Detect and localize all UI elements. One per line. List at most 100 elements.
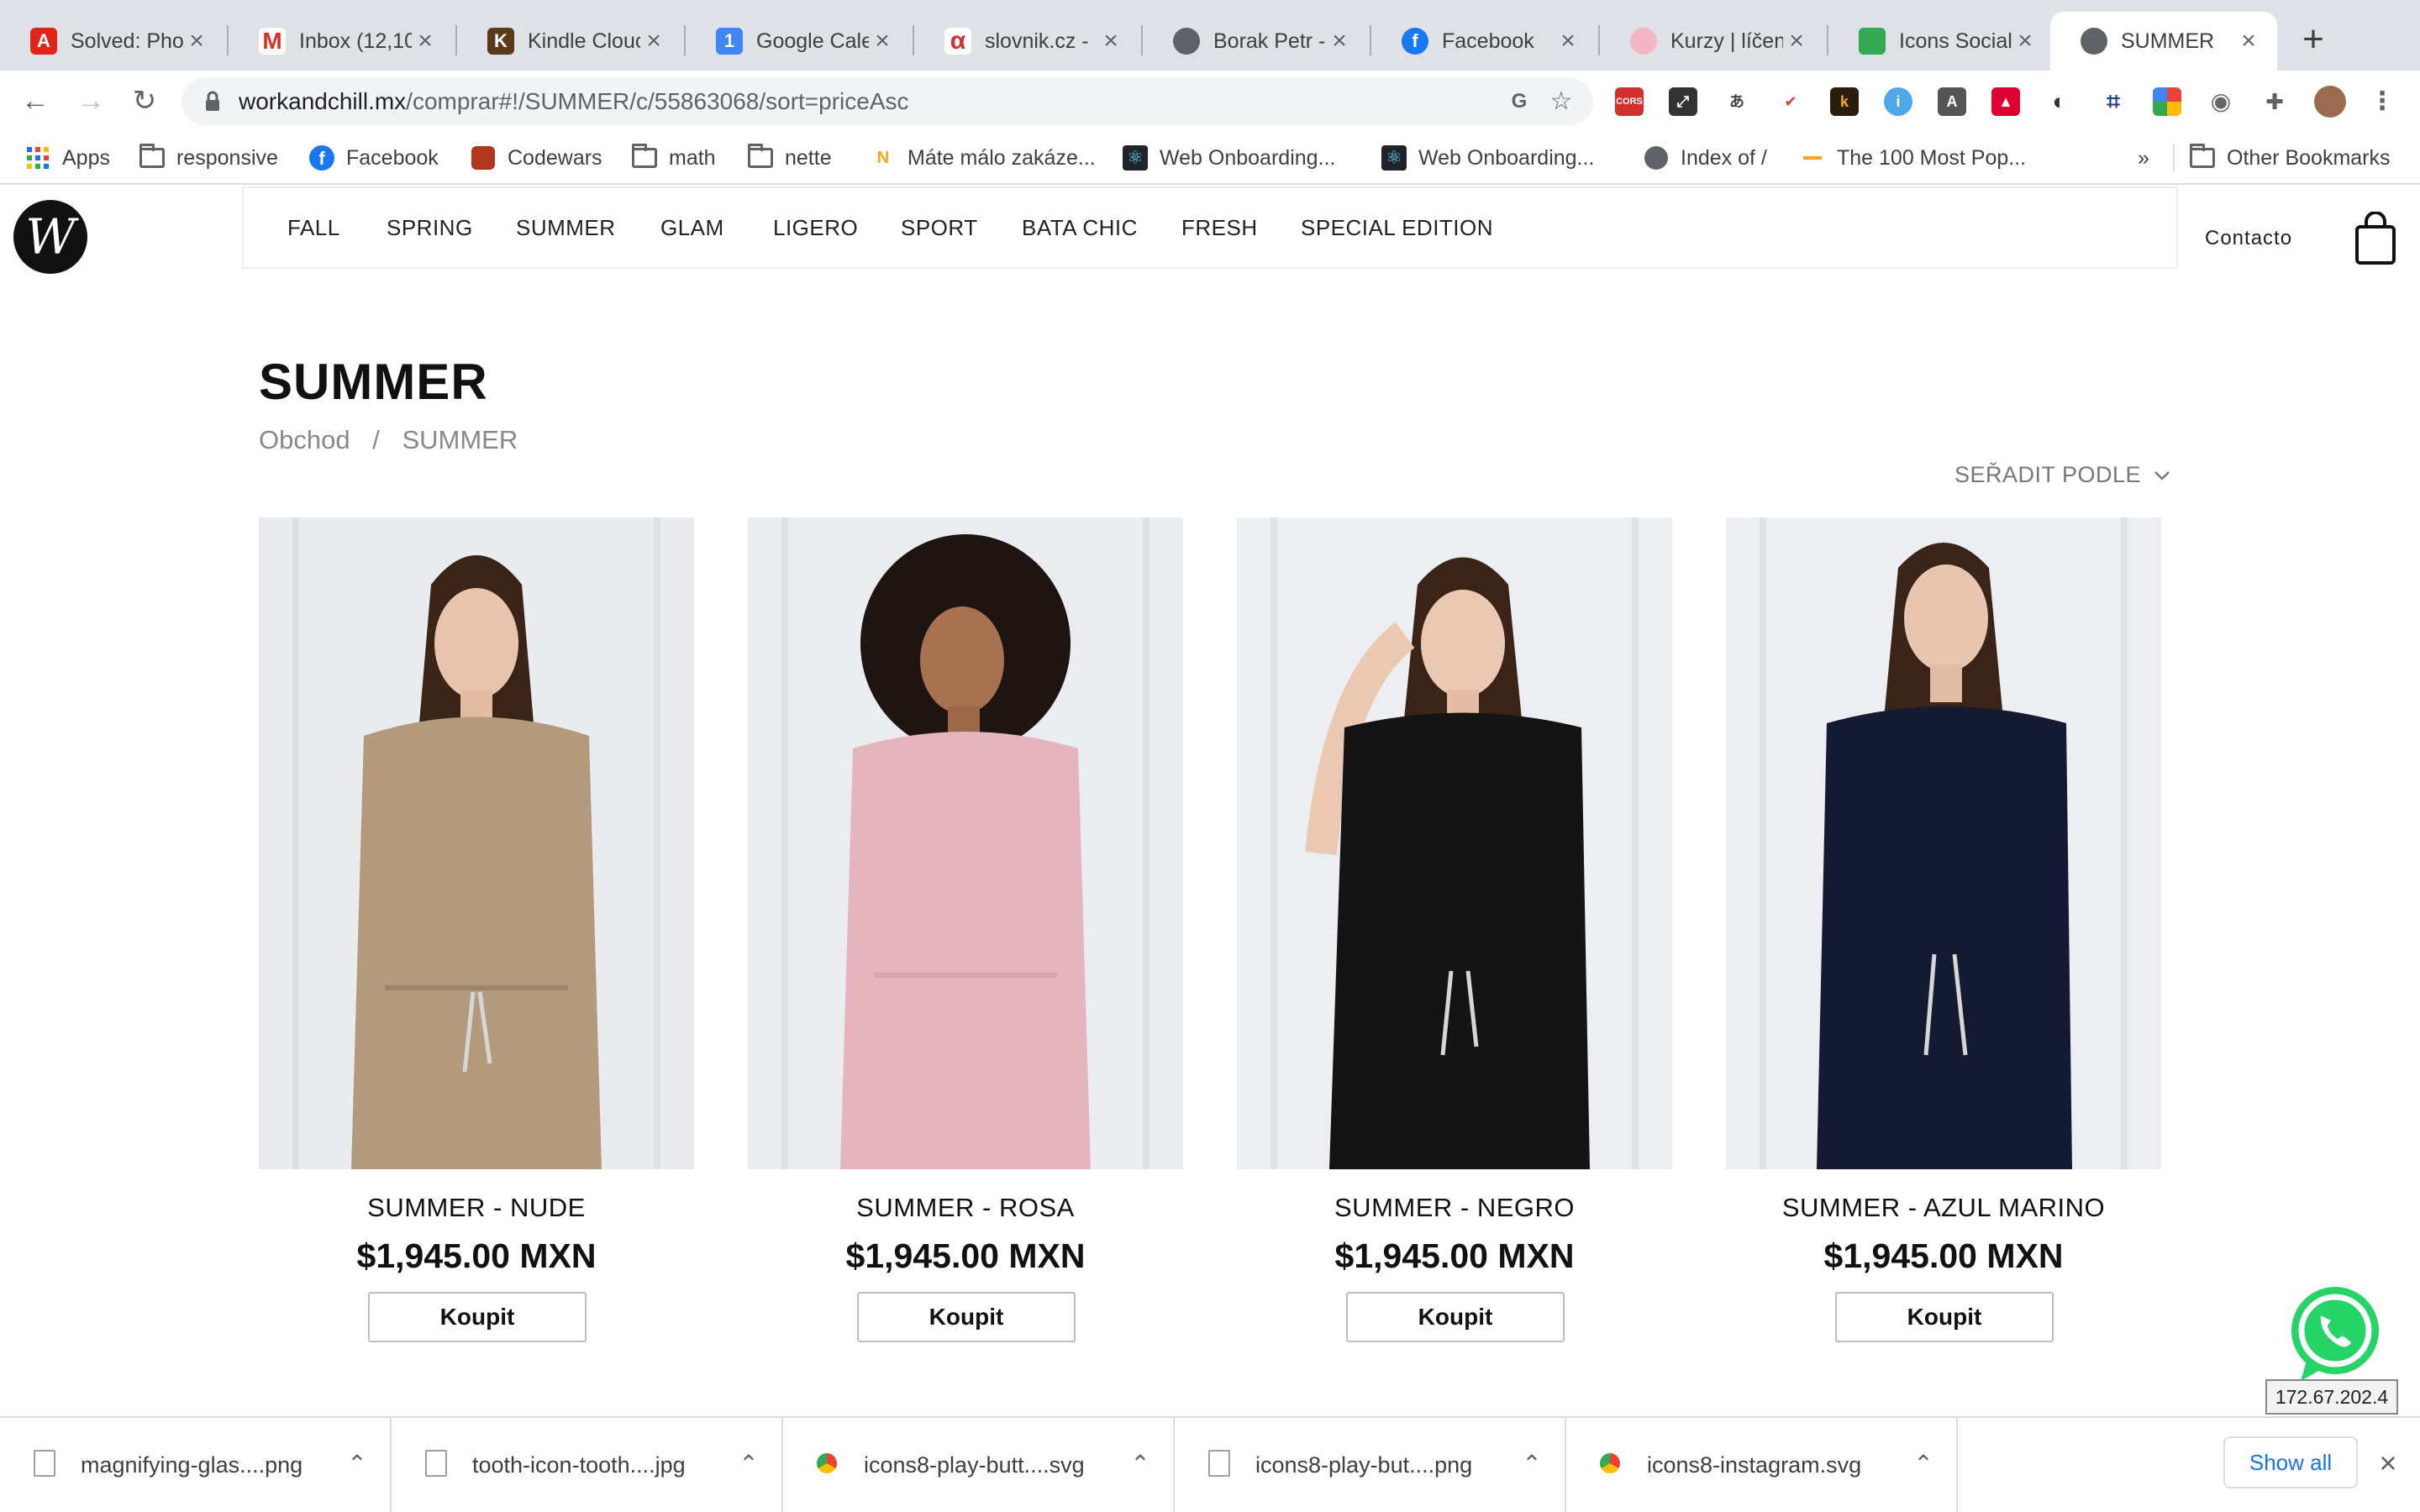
tab-icons-social[interactable]: Icons Social × xyxy=(1828,12,2054,71)
a-icon[interactable]: A xyxy=(1938,87,1966,116)
whatsapp-icon[interactable] xyxy=(2284,1282,2386,1384)
tab-kurzy[interactable]: Kurzy | líčen × xyxy=(1600,12,1825,71)
tab-google-calendar[interactable]: 1 Google Cale × xyxy=(686,12,911,71)
product-image-negro[interactable] xyxy=(1237,517,1672,1169)
bookmark-nette[interactable]: nette xyxy=(748,143,832,173)
codewars-icon xyxy=(471,145,496,171)
chevron-up-icon[interactable]: ⌃ xyxy=(736,1452,761,1477)
chevron-up-icon[interactable]: ⌃ xyxy=(1911,1452,1936,1477)
nav-special-edition[interactable]: SPECIAL EDITION xyxy=(1301,188,1493,267)
nav-sport[interactable]: SPORT xyxy=(901,188,978,267)
breadcrumb-shop[interactable]: Obchod xyxy=(259,425,350,454)
google-icon[interactable] xyxy=(2153,87,2181,116)
bookmark-label: Máte málo zakáze... xyxy=(908,145,1096,170)
slovnik-icon: α xyxy=(944,27,971,55)
cors-icon[interactable]: CORS xyxy=(1615,87,1644,116)
circle-icon[interactable]: ◉ xyxy=(2207,87,2235,116)
bookmark-100-most-popular[interactable]: The 100 Most Pop... xyxy=(1800,143,2026,173)
forward-button[interactable]: → xyxy=(72,82,109,119)
product-name[interactable]: SUMMER - ROSA xyxy=(748,1193,1183,1223)
close-icon[interactable]: × xyxy=(1097,27,1124,55)
reload-button[interactable]: ↻ xyxy=(126,82,163,119)
bookmark-web-onboarding-2[interactable]: ⚛ Web Onboarding... xyxy=(1381,143,1594,173)
tab-summer-active[interactable]: SUMMER × xyxy=(2050,12,2277,71)
show-all-downloads-button[interactable]: Show all xyxy=(2223,1436,2358,1488)
product-image-nude[interactable] xyxy=(259,517,694,1169)
translate-icon[interactable]: あ xyxy=(1723,87,1751,116)
nav-fresh[interactable]: FRESH xyxy=(1181,188,1258,267)
page-title: SUMMER xyxy=(259,354,488,410)
sort-dropdown[interactable]: SEŘADIT PODLE xyxy=(1954,462,2171,488)
tab-borak[interactable]: Borak Petr - × xyxy=(1143,12,1368,71)
k-icon[interactable]: k xyxy=(1830,87,1859,116)
download-item[interactable]: tooth-icon-tooth....jpg ⌃ xyxy=(392,1418,783,1512)
product-image-azul-marino[interactable] xyxy=(1726,517,2161,1169)
close-icon[interactable]: × xyxy=(1783,27,1810,55)
bookmark-mate-malo[interactable]: N Máte málo zakáze... xyxy=(871,143,1096,173)
chevron-up-icon[interactable]: ⌃ xyxy=(1519,1452,1544,1477)
close-icon[interactable]: × xyxy=(1326,27,1353,55)
menu-kebab-icon[interactable]: ⋮ xyxy=(2368,87,2396,116)
tab-facebook[interactable]: f Facebook × xyxy=(1371,12,1597,71)
bookmark-star-icon[interactable]: ☆ xyxy=(1548,88,1575,115)
chevron-up-icon[interactable]: ⌃ xyxy=(345,1452,370,1477)
bookmark-other[interactable]: Other Bookmarks xyxy=(2190,143,2391,173)
close-icon[interactable]: × xyxy=(869,27,896,55)
close-icon[interactable]: × xyxy=(640,27,667,55)
close-icon[interactable]: × xyxy=(2235,27,2262,55)
puzzle-icon[interactable]: ✚ xyxy=(2260,87,2289,116)
bookmark-responsive[interactable]: responsive xyxy=(139,143,278,173)
nav-ligero[interactable]: LIGERO xyxy=(773,188,858,267)
bookmarks-overflow-button[interactable]: » xyxy=(2138,143,2149,173)
breadcrumb: Obchod / SUMMER xyxy=(259,425,533,455)
nav-summer[interactable]: SUMMER xyxy=(516,188,616,267)
translate-page-icon[interactable]: G xyxy=(1506,88,1533,115)
chevron-up-icon[interactable]: ⌃ xyxy=(1128,1452,1153,1477)
bookmark-facebook[interactable]: f Facebook xyxy=(309,143,439,173)
tab-kindle[interactable]: K Kindle Clouc × xyxy=(457,12,682,71)
angular-icon[interactable]: ▲ xyxy=(1991,87,2020,116)
bookmark-web-onboarding-1[interactable]: ⚛ Web Onboarding... xyxy=(1123,143,1335,173)
tab-gmail[interactable]: M Inbox (12,10 × xyxy=(229,12,454,71)
nav-spring[interactable]: SPRING xyxy=(387,188,473,267)
address-bar[interactable]: workandchill.mx/comprar#!/SUMMER/c/55863… xyxy=(182,77,1593,126)
nav-bata-chic[interactable]: BATA CHIC xyxy=(1022,188,1138,267)
close-icon[interactable]: × xyxy=(1555,27,1581,55)
fullscreen-icon[interactable]: ⤢ xyxy=(1669,87,1697,116)
product-image-rosa[interactable] xyxy=(748,517,1183,1169)
download-item[interactable]: magnifying-glas....png ⌃ xyxy=(0,1418,392,1512)
dark-mode-icon[interactable]: ◐ xyxy=(2045,87,2074,116)
profile-avatar[interactable] xyxy=(2314,86,2346,118)
nav-glam[interactable]: GLAM xyxy=(660,188,724,267)
close-icon[interactable]: × xyxy=(183,27,210,55)
buy-button[interactable]: Koupit xyxy=(368,1292,587,1342)
contact-link[interactable]: Contacto xyxy=(2205,227,2292,250)
shopping-bag-icon[interactable] xyxy=(2354,212,2396,265)
product-name[interactable]: SUMMER - NEGRO xyxy=(1237,1193,1672,1223)
tab-slovnik[interactable]: α slovnik.cz - × xyxy=(914,12,1139,71)
product-name[interactable]: SUMMER - NUDE xyxy=(259,1193,694,1223)
close-icon[interactable]: × xyxy=(2370,1445,2407,1482)
download-item[interactable]: icons8-play-butt....svg ⌃ xyxy=(783,1418,1175,1512)
back-button[interactable]: ← xyxy=(17,82,54,119)
buy-button[interactable]: Koupit xyxy=(1835,1292,2054,1342)
buy-button[interactable]: Koupit xyxy=(1346,1292,1565,1342)
buy-button[interactable]: Koupit xyxy=(857,1292,1076,1342)
nav-fall[interactable]: FALL xyxy=(287,188,340,267)
site-logo[interactable]: W xyxy=(13,200,87,274)
new-tab-button[interactable]: + xyxy=(2292,18,2334,60)
close-icon[interactable]: × xyxy=(412,27,439,55)
bookmark-index-of[interactable]: Index of / xyxy=(1644,143,1767,173)
bookmark-codewars[interactable]: Codewars xyxy=(471,143,602,173)
info-icon[interactable]: i xyxy=(1884,87,1912,116)
crop-icon[interactable]: ⌗ xyxy=(2099,87,2128,116)
product-name[interactable]: SUMMER - AZUL MARINO xyxy=(1726,1193,2161,1223)
bookmark-apps[interactable]: Apps xyxy=(25,143,110,173)
download-item[interactable]: icons8-play-but....png ⌃ xyxy=(1175,1418,1566,1512)
tab-adobe[interactable]: A Solved: Phot × xyxy=(0,12,225,71)
close-icon[interactable]: × xyxy=(2012,27,2039,55)
download-item[interactable]: icons8-instagram.svg ⌃ xyxy=(1566,1418,1958,1512)
todoist-icon[interactable]: ✔ xyxy=(1776,87,1805,116)
tab-label: Kindle Clouc xyxy=(528,29,640,53)
bookmark-math[interactable]: math xyxy=(632,143,716,173)
